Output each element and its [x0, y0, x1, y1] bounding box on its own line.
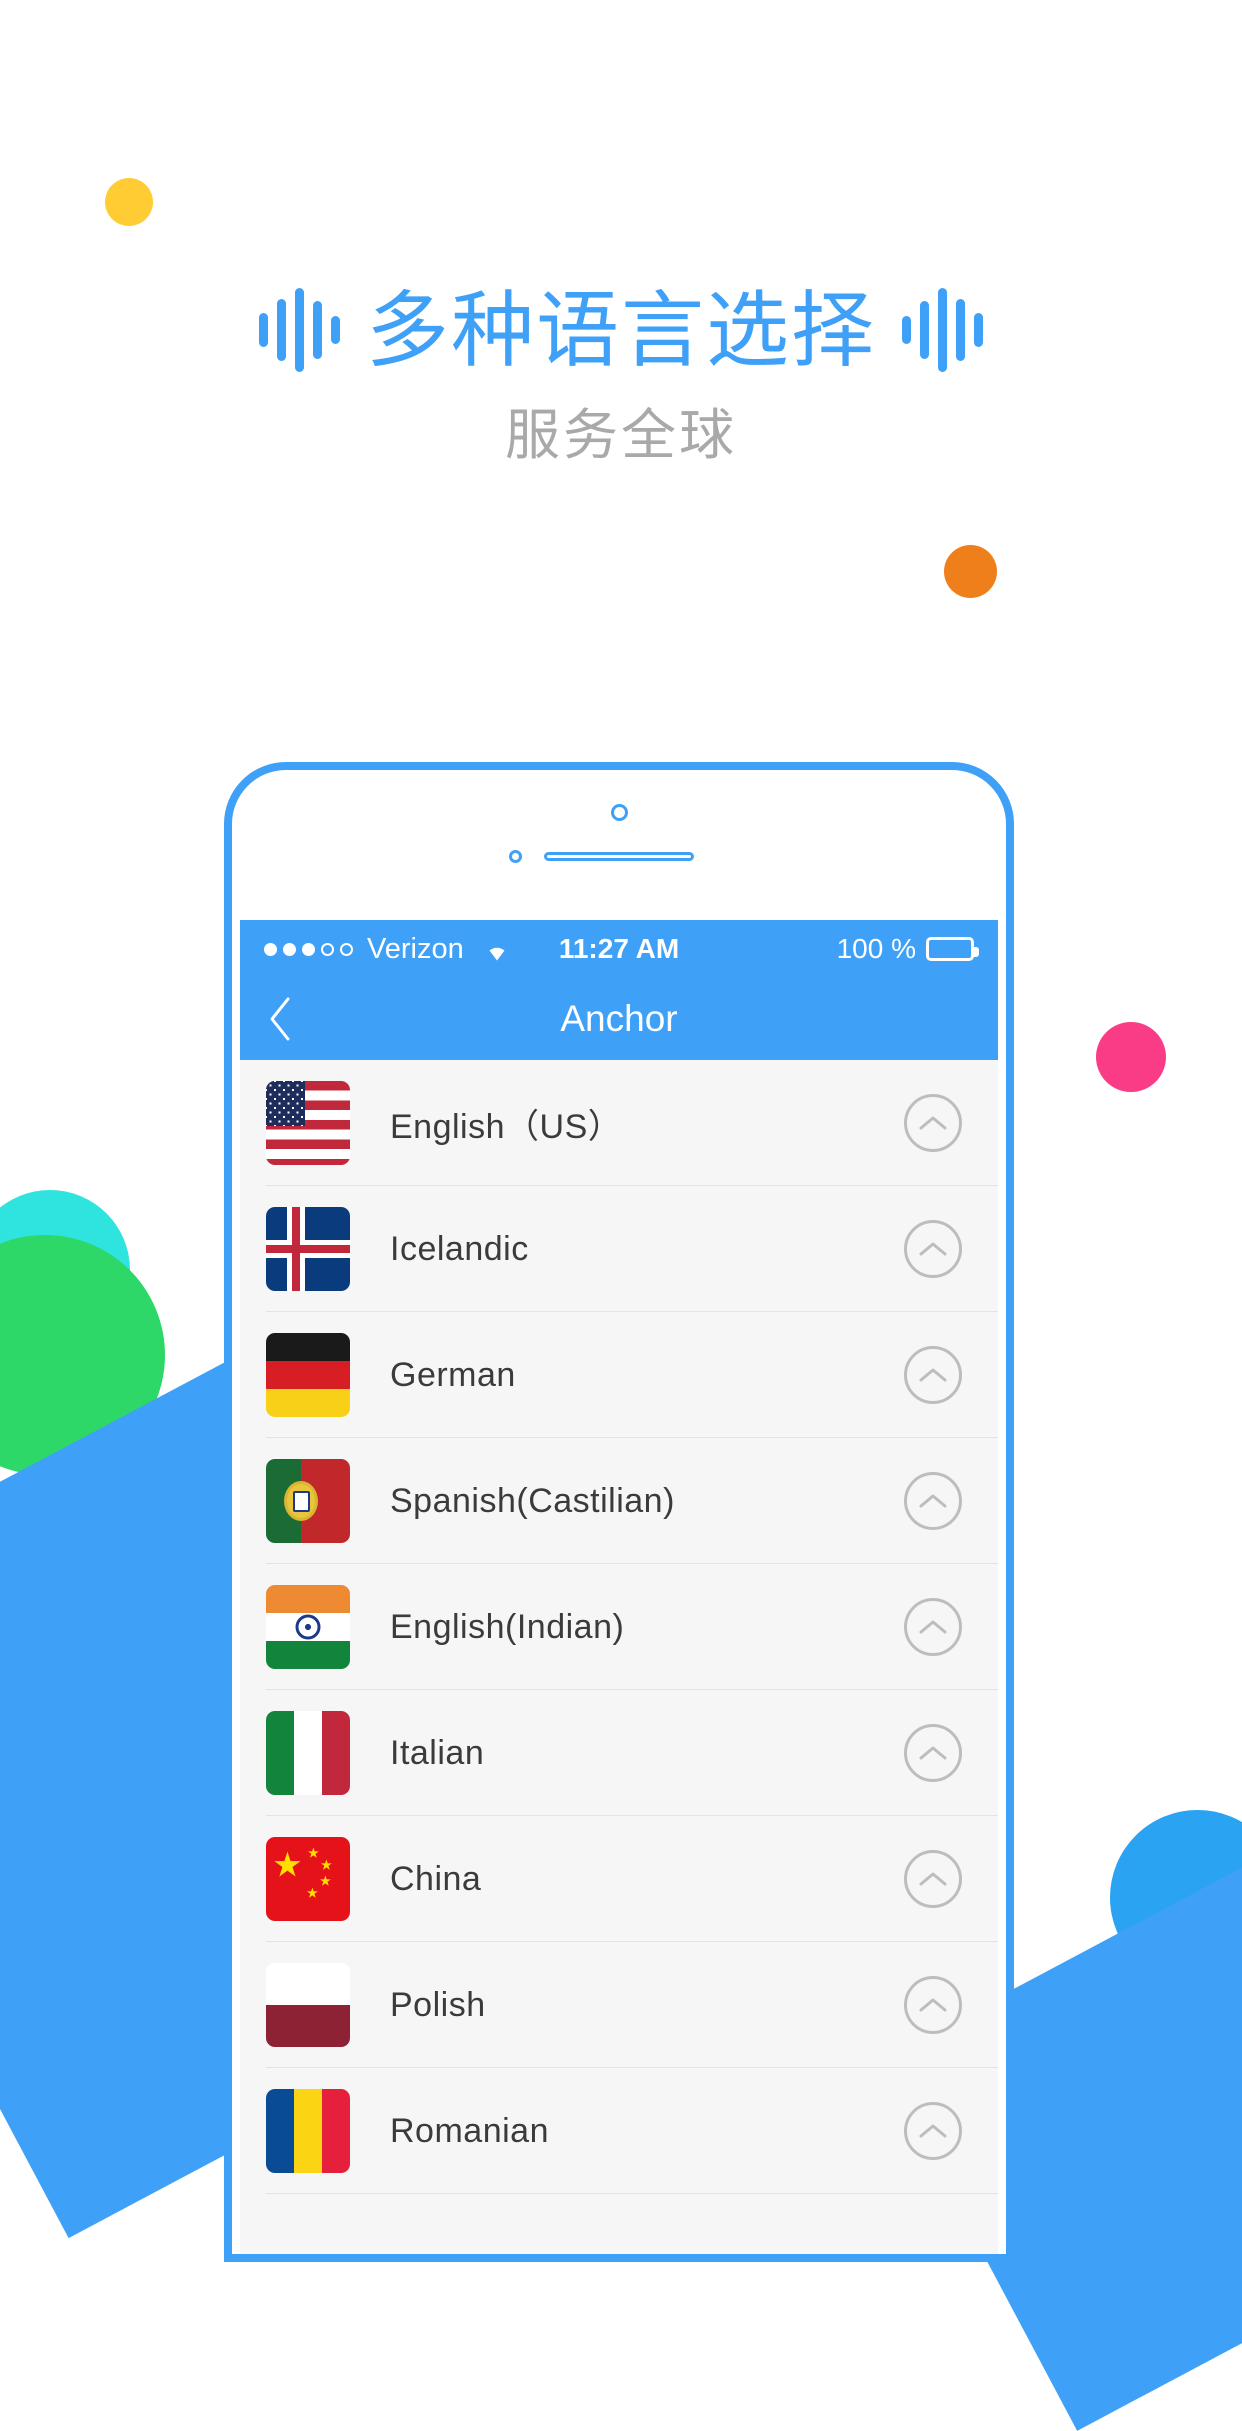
expand-button[interactable] [904, 1220, 962, 1278]
nav-bar: Anchor [240, 978, 998, 1060]
flag-icon-in [266, 1585, 350, 1669]
language-name: English（US） [390, 1107, 623, 1146]
battery-icon [925, 937, 979, 961]
phone-screen: Verizon 11:27 AM 100 % Anchor English（US… [240, 920, 998, 2254]
carrier-label: Verizon [367, 932, 464, 965]
clock-label: 11:27 AM [558, 933, 680, 964]
phone-mockup: Verizon 11:27 AM 100 % Anchor English（US… [224, 762, 1014, 2262]
language-name: Icelandic [390, 1229, 529, 1268]
language-row[interactable]: Icelandic [240, 1186, 998, 1312]
signal-strength-icon [264, 942, 353, 956]
flag-icon-pl [266, 1963, 350, 2047]
chevron-up-icon [919, 2124, 947, 2138]
battery-percent-label: 100 % [836, 933, 916, 964]
flag-icon-de [266, 1333, 350, 1417]
flag-icon-is [266, 1207, 350, 1291]
flag-icon-ro [266, 2089, 350, 2173]
language-name: English(Indian) [390, 1607, 625, 1646]
chevron-up-icon [919, 1746, 947, 1760]
language-list: English（US） Icelandic German Spanish(Castil… [240, 1060, 998, 2194]
expand-button[interactable] [904, 1346, 962, 1404]
sound-wave-icon-left [259, 288, 340, 372]
language-row[interactable]: German [240, 1312, 998, 1438]
language-name: China [390, 1859, 482, 1898]
language-row[interactable]: English（US） [240, 1060, 998, 1186]
language-name: Italian [390, 1733, 485, 1772]
battery-indicator: 100 % [836, 933, 979, 965]
speaker-grill [544, 852, 694, 861]
flag-icon-pt [266, 1459, 350, 1543]
status-bar: Verizon 11:27 AM 100 % [240, 920, 998, 978]
flag-icon-cn: ★ ★ ★ ★ ★ [266, 1837, 350, 1921]
page-title: 多种语言选择 [366, 283, 876, 377]
chevron-up-icon [919, 1998, 947, 2012]
language-row[interactable]: ★ ★ ★ ★ ★ China [240, 1816, 998, 1942]
expand-button[interactable] [904, 1850, 962, 1908]
decor-dot-orange [944, 545, 997, 598]
expand-button[interactable] [904, 1976, 962, 2034]
flag-icon-it [266, 1711, 350, 1795]
language-name: Polish [390, 1985, 486, 2024]
camera-icon [611, 804, 628, 821]
language-row[interactable]: Polish [240, 1942, 998, 2068]
language-row[interactable]: Italian [240, 1690, 998, 1816]
expand-button[interactable] [904, 1472, 962, 1530]
expand-button[interactable] [904, 1598, 962, 1656]
language-name: Romanian [390, 2111, 549, 2150]
decor-dot-yellow [105, 178, 153, 226]
language-name: German [390, 1355, 516, 1394]
language-name: Spanish(Castilian) [390, 1481, 675, 1520]
wifi-icon [480, 936, 514, 962]
language-row[interactable]: Romanian [240, 2068, 998, 2194]
sensor-icon [509, 850, 522, 863]
expand-button[interactable] [904, 1724, 962, 1782]
page-subtitle: 服务全球 [504, 404, 737, 466]
chevron-up-icon [919, 1494, 947, 1508]
decor-dot-pink [1096, 1022, 1166, 1092]
expand-button[interactable] [904, 2102, 962, 2160]
language-row[interactable]: English(Indian) [240, 1564, 998, 1690]
sound-wave-icon-right [902, 288, 983, 372]
chevron-up-icon [919, 1620, 947, 1634]
language-row[interactable]: Spanish(Castilian) [240, 1438, 998, 1564]
phone-top-bezel [232, 770, 1006, 920]
back-button[interactable] [240, 978, 320, 1060]
nav-title: Anchor [560, 998, 678, 1039]
chevron-up-icon [919, 1116, 947, 1130]
headline-row: 多种语言选择 [0, 288, 1242, 372]
flag-icon-us [266, 1081, 350, 1165]
expand-button[interactable] [904, 1094, 962, 1152]
chevron-left-icon [270, 997, 290, 1041]
chevron-up-icon [919, 1872, 947, 1886]
chevron-up-icon [919, 1368, 947, 1382]
chevron-up-icon [919, 1242, 947, 1256]
